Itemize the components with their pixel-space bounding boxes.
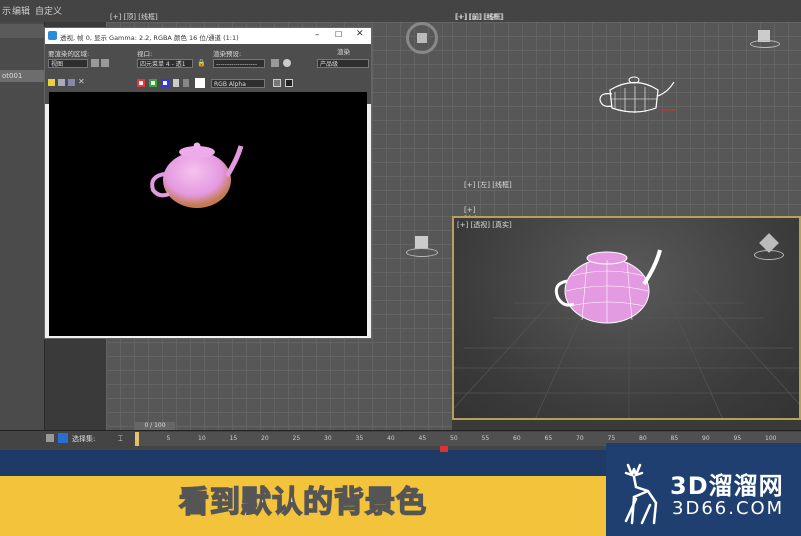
render-frame-window: 透视, 帧 0, 显示 Gamma: 2.2, RGBA 颜色 16 位/通道 … [44,27,372,339]
menu-item-customize[interactable]: 自定义 [35,4,62,17]
timeline-tick-label: 50 [450,435,458,442]
timeline-tick-label: 65 [544,435,553,442]
menu-item-display[interactable]: 示 [2,4,11,17]
green-channel-icon[interactable] [149,79,157,87]
settings-gear-icon[interactable] [283,59,291,67]
preset-save-icon[interactable] [271,59,279,67]
explorer-item-object[interactable]: ot001 [0,70,44,82]
toggle-ui-icon[interactable] [273,79,281,87]
timeline-tick-label: 75 [607,435,616,442]
viewcube-top[interactable] [406,22,438,54]
timeline-tick-label: 45 [418,435,427,442]
copy-image-icon[interactable] [58,79,65,86]
timeline-tick-label: 55 [481,435,490,442]
save-image-icon[interactable] [48,79,55,86]
viewport-perspective[interactable]: [+] [透视] [真实] [452,216,801,420]
timeline-tick-label: 70 [576,435,584,442]
mono-icon[interactable] [183,79,189,87]
brand-domain: 3D66.COM [672,498,785,519]
teapot-wireframe-front [599,76,676,113]
swatch-icon[interactable] [195,78,205,88]
teapot-persp [554,249,662,324]
clone-frame-icon[interactable] [68,79,75,86]
timeline-tick-label: 5 [166,435,171,442]
lock-icon[interactable]: 🔒 [197,59,206,67]
timeline-tick-label: 40 [387,435,395,442]
timeline-tick-label: 85 [670,435,679,442]
area-select[interactable]: 视图 [48,59,88,68]
scene-explorer: ot001 [0,22,45,430]
viewport-select[interactable]: 四元菜单 4 - 透1 [137,59,193,68]
viewport-label: 视口: [137,50,153,58]
red-channel-icon[interactable] [137,79,145,87]
frame-counter[interactable]: 0 / 100 [135,422,175,430]
timeline-tick-label: 35 [355,435,364,442]
viewport-left-label-2[interactable]: [+] [左] [线框] [464,180,512,190]
area-label: 要渲染的区域: [48,50,90,58]
window-titlebar: 透视, 帧 0, 显示 Gamma: 2.2, RGBA 颜色 16 位/通道 … [45,28,371,44]
channel-select[interactable]: RGB Alpha [211,79,265,88]
viewport-front-label-top[interactable]: [+] [前] [线框] [455,12,503,22]
timeline-tick-label: 30 [324,435,332,442]
window-title: 透视, 帧 0, 显示 Gamma: 2.2, RGBA 颜色 16 位/通道 … [60,34,239,42]
render-mode-select[interactable]: 产品级 [317,59,369,68]
display-icon[interactable] [285,79,293,87]
menu-item-edit[interactable]: 编辑 [12,4,30,17]
close-icon[interactable]: ✕ [356,29,364,39]
minimize-icon[interactable]: – [315,30,320,40]
preset-select[interactable]: ------------------- [213,59,265,68]
selection-set-label: 选择集: [72,435,96,443]
timeline-tick-label: 95 [733,435,742,442]
alpha-channel-icon[interactable] [173,79,179,87]
timeline-tick-label: 10 [198,435,206,442]
timeline-tick-label: 0 [135,435,139,442]
timeline-tick-label: 90 [702,435,710,442]
clear-icon[interactable]: ✕ [78,77,85,86]
viewport-top-label[interactable]: [+] [顶] [线框] [110,12,158,22]
rendered-image [49,92,367,336]
brand-name: 3D溜溜网 [670,472,784,500]
viewcube-left[interactable] [406,236,438,258]
status-indicator-icon [440,446,448,452]
maximize-icon[interactable]: ☐ [335,30,342,39]
selection-lock-icon[interactable] [46,434,54,442]
preset-label: 渲染预设: [213,50,242,58]
timeline-tick-label: 100 [765,435,777,442]
area-auto-icon[interactable] [101,59,109,67]
timeline-tick-label: 25 [292,435,301,442]
viewcube-perspective[interactable] [754,233,784,262]
deer-logo-icon [624,463,658,525]
explorer-header [0,24,44,38]
area-edit-icon[interactable] [91,59,99,67]
timeline-tick-label: 60 [513,435,521,442]
subtitle-text: 看到默认的背景色 [178,484,427,521]
rendered-teapot [150,142,244,208]
timeline-tick-label: 80 [639,435,647,442]
app-icon [48,31,57,40]
selection-filter-icon[interactable] [58,433,68,443]
viewcube-front[interactable] [750,30,780,48]
timeline-tick-label: 20 [261,435,269,442]
key-filter-icon[interactable]: ⌶ [118,434,123,444]
render-button[interactable]: 渲染 [337,46,350,56]
timeline-tick-label: 15 [229,435,238,442]
blue-channel-icon[interactable] [161,79,169,87]
